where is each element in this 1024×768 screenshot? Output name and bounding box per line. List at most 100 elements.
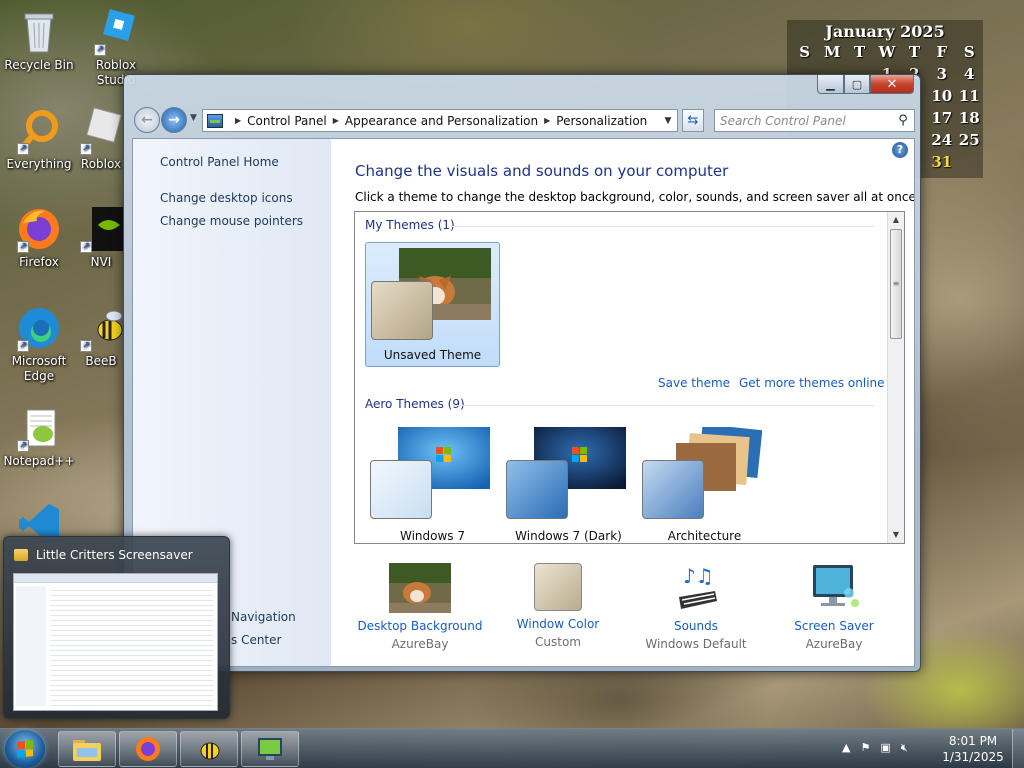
calendar-weekday: W <box>878 43 896 61</box>
see-also-navigation-link[interactable]: Navigation <box>231 610 296 624</box>
windows-logo-icon <box>17 740 33 758</box>
close-button[interactable]: ✕ <box>870 75 914 94</box>
refresh-button[interactable]: ⇆ <box>682 109 704 132</box>
forward-button[interactable]: → <box>161 107 187 133</box>
calendar-weekday-row: S M T W T F S <box>787 41 983 63</box>
window-color-value: Custom <box>535 635 581 649</box>
sounds-setting[interactable]: ♪♫ Sounds Windows Default <box>627 563 765 651</box>
recent-pages-dropdown[interactable]: ▼ <box>190 113 197 123</box>
window-color-swatch <box>506 460 568 519</box>
scrollbar-thumb[interactable]: ≡ <box>890 229 902 339</box>
desktop-icon-nvidia[interactable]: ↗ NVI <box>78 205 124 270</box>
desktop-background-setting[interactable]: Desktop Background AzureBay <box>351 563 489 651</box>
search-input[interactable] <box>720 113 895 128</box>
breadcrumb-control-panel[interactable]: Control Panel <box>247 114 327 128</box>
system-clock[interactable]: 8:01 PM 1/31/2025 <box>940 733 1006 765</box>
desktop-icon-recycle-bin[interactable]: Recycle Bin <box>1 8 77 73</box>
window-color-link[interactable]: Window Color <box>489 617 627 631</box>
action-center-flag-icon[interactable]: ⚑ <box>860 741 870 755</box>
thumbnail-title: Little Critters Screensaver <box>36 548 193 562</box>
desktop-icon-notepad-plus-plus[interactable]: ↗ Notepad++ <box>1 404 77 469</box>
preview-file-list <box>50 586 213 706</box>
bee-icon <box>200 742 220 760</box>
taskbar-explorer-button[interactable] <box>58 731 116 767</box>
see-also-center-link[interactable]: s Center <box>231 633 281 647</box>
help-icon[interactable]: ? <box>892 142 908 158</box>
calendar-day <box>956 151 983 173</box>
theme-windows-7-dark[interactable]: Windows 7 (Dark) <box>501 422 636 543</box>
shortcut-arrow-icon: ↗ <box>17 143 29 155</box>
network-icon[interactable]: ▣ <box>880 741 890 755</box>
calendar-weekday: T <box>853 43 866 61</box>
folder-icon <box>73 740 101 761</box>
theme-windows-7[interactable]: Windows 7 <box>365 422 500 543</box>
screen-saver-setting[interactable]: Screen Saver AzureBay <box>765 563 903 651</box>
change-desktop-icons-link[interactable]: Change desktop icons <box>160 191 293 205</box>
taskbar-personalization-button[interactable] <box>241 731 299 767</box>
my-themes-header[interactable]: My Themes (1) <box>365 218 455 232</box>
sounds-icon: ♪♫ <box>665 563 727 613</box>
thumbnail-window-preview[interactable] <box>13 573 218 711</box>
window-color-setting[interactable]: Window Color Custom <box>489 563 627 649</box>
breadcrumb-appearance[interactable]: Appearance and Personalization <box>345 114 538 128</box>
volume-muted-icon[interactable]: 🔇︎ <box>901 741 908 755</box>
desktop-background-link[interactable]: Desktop Background <box>351 619 489 633</box>
get-more-themes-link[interactable]: Get more themes online <box>739 376 885 390</box>
section-divider <box>451 226 874 227</box>
calendar-day: 17 <box>931 109 953 127</box>
theme-list: My Themes (1) Unsaved Theme Save theme G… <box>354 211 905 544</box>
shortcut-arrow-icon: ↗ <box>80 340 92 352</box>
taskbar-beebeep-button[interactable] <box>180 731 238 767</box>
calendar-day: 25 <box>958 131 980 149</box>
window-color-swatch <box>642 460 704 519</box>
sounds-link[interactable]: Sounds <box>627 619 765 633</box>
theme-unsaved[interactable]: Unsaved Theme <box>365 242 500 367</box>
aero-themes-header[interactable]: Aero Themes (9) <box>365 397 465 411</box>
maximize-button[interactable]: ▢ <box>844 75 870 94</box>
search-box[interactable]: ⚲ <box>714 109 915 132</box>
back-button[interactable]: ← <box>134 107 160 133</box>
firefox-icon <box>136 737 160 761</box>
desktop-icon-everything[interactable]: ↗ Everything <box>1 107 77 172</box>
address-bar[interactable]: ▶ Control Panel ▶ Appearance and Persona… <box>202 109 678 132</box>
change-mouse-pointers-link[interactable]: Change mouse pointers <box>160 214 303 228</box>
theme-architecture[interactable]: Architecture <box>637 422 772 543</box>
taskbar-firefox-button[interactable] <box>119 731 177 767</box>
chevron-right-icon[interactable]: ▶ <box>333 116 339 125</box>
desktop-icon-beebeep[interactable]: ↗ BeeB <box>78 304 124 369</box>
desktop-icon-label: NVI <box>90 255 112 269</box>
shortcut-arrow-icon: ↗ <box>80 143 92 155</box>
desktop-icon-label: Microsoft Edge <box>11 354 67 383</box>
breadcrumb-personalization[interactable]: Personalization <box>556 114 647 128</box>
minimize-button[interactable]: ▁ <box>817 75 844 94</box>
desktop-icon-roblox[interactable]: ↗ Roblox <box>78 107 124 172</box>
scroll-down-icon[interactable]: ▼ <box>888 527 904 543</box>
save-theme-link[interactable]: Save theme <box>658 376 730 390</box>
shortcut-arrow-icon: ↗ <box>94 44 106 56</box>
show-desktop-button[interactable] <box>1012 729 1024 768</box>
everything-search-icon: ↗ <box>15 107 63 155</box>
calendar-weekday: F <box>936 43 948 61</box>
section-divider <box>453 405 874 406</box>
calendar-weekday: T <box>908 43 920 61</box>
search-icon[interactable]: ⚲ <box>895 113 911 129</box>
window-color-icon <box>534 563 582 611</box>
screen-saver-link[interactable]: Screen Saver <box>765 619 903 633</box>
scroll-up-icon[interactable]: ▲ <box>888 212 904 228</box>
desktop-icon-label: Recycle Bin <box>4 58 74 72</box>
chevron-right-icon[interactable]: ▶ <box>544 116 550 125</box>
screen-saver-value: AzureBay <box>805 637 863 651</box>
desktop-icon-microsoft-edge[interactable]: ↗ Microsoft Edge <box>1 304 77 384</box>
show-hidden-icons-icon[interactable]: ▲ <box>842 741 850 755</box>
taskbar-thumbnail-preview[interactable]: Little Critters Screensaver <box>3 536 230 719</box>
control-panel-home-link[interactable]: Control Panel Home <box>160 155 279 169</box>
content-area: Control Panel Home Change desktop icons … <box>132 138 915 667</box>
clock-time: 8:01 PM <box>948 734 998 748</box>
calendar-day: 31 <box>931 153 953 171</box>
start-button[interactable] <box>5 730 45 768</box>
chevron-right-icon[interactable]: ▶ <box>235 116 241 125</box>
desktop-icon-firefox[interactable]: ↗ Firefox <box>1 205 77 270</box>
window-color-swatch <box>371 281 433 340</box>
theme-list-scrollbar[interactable]: ▲ ≡ ▼ <box>887 212 904 543</box>
address-dropdown-icon[interactable]: ▼ <box>659 116 677 126</box>
